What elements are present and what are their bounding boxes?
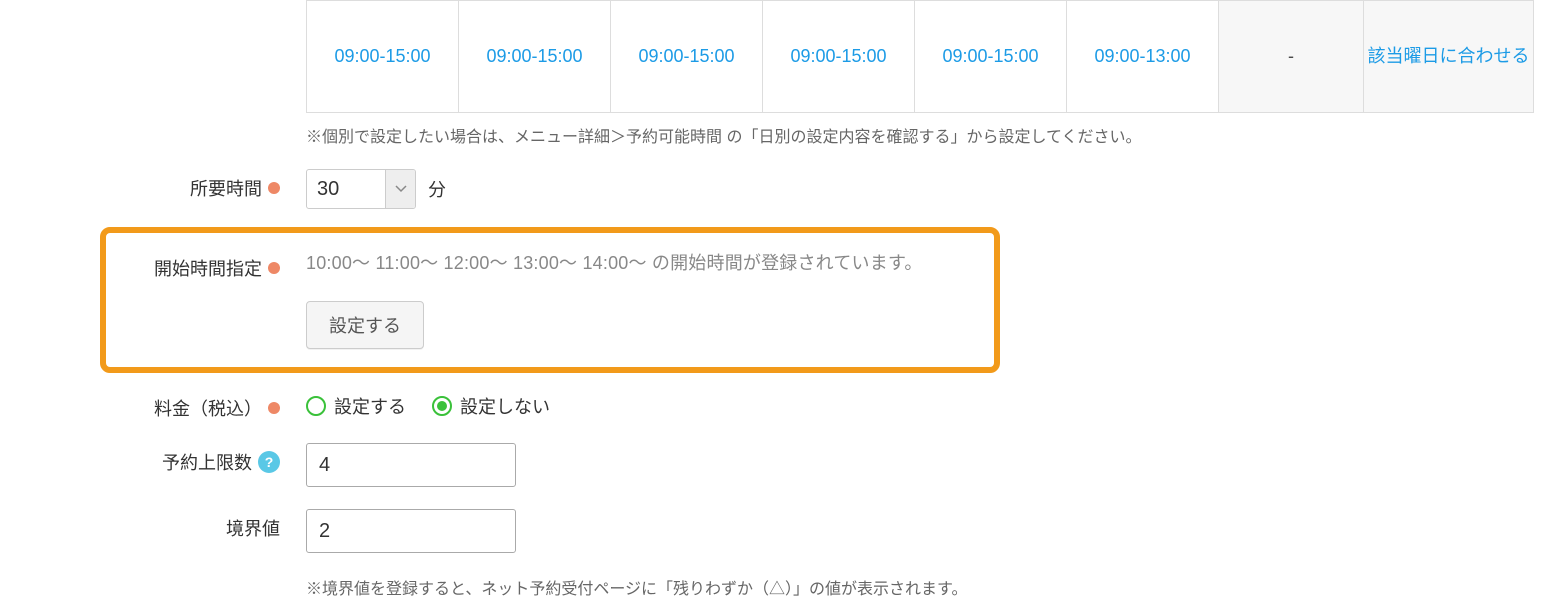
schedule-cell[interactable]: 09:00-15:00 — [307, 1, 459, 113]
schedule-link[interactable]: 09:00-15:00 — [486, 46, 582, 66]
required-dot-icon — [268, 182, 280, 194]
required-dot-icon — [268, 262, 280, 274]
schedule-cell[interactable]: 09:00-15:00 — [915, 1, 1067, 113]
schedule-link[interactable]: 09:00-15:00 — [638, 46, 734, 66]
schedule-message[interactable]: 該当曜日に合わせる — [1368, 46, 1530, 66]
schedule-link[interactable]: 09:00-13:00 — [1094, 46, 1190, 66]
schedule-cell: 該当曜日に合わせる — [1364, 1, 1534, 113]
radio-icon — [432, 396, 452, 416]
boundary-input[interactable] — [306, 509, 516, 553]
limit-label: 予約上限数 ? — [0, 443, 290, 475]
schedule-cell[interactable]: 09:00-15:00 — [611, 1, 763, 113]
configure-button[interactable]: 設定する — [306, 301, 424, 349]
schedule-cell[interactable]: 09:00-15:00 — [763, 1, 915, 113]
schedule-cell[interactable]: 09:00-15:00 — [459, 1, 611, 113]
schedule-note: ※個別で設定したい場合は、メニュー詳細＞予約可能時間 の「日別の設定内容を確認す… — [306, 123, 1560, 147]
schedule-text: - — [1288, 46, 1294, 66]
duration-unit: 分 — [428, 176, 446, 202]
duration-select[interactable]: 30 — [306, 169, 416, 209]
price-radio-group: 設定する 設定しない — [306, 393, 550, 419]
duration-label: 所要時間 — [0, 169, 290, 201]
schedule-cell: - — [1219, 1, 1364, 113]
price-set-radio[interactable]: 設定する — [306, 393, 406, 419]
price-label: 料金（税込） — [0, 389, 290, 421]
schedule-cell[interactable]: 09:00-13:00 — [1067, 1, 1219, 113]
radio-icon — [306, 396, 326, 416]
boundary-label: 境界値 — [0, 509, 290, 541]
price-unset-radio[interactable]: 設定しない — [432, 393, 550, 419]
limit-input[interactable] — [306, 443, 516, 487]
schedule-link[interactable]: 09:00-15:00 — [942, 46, 1038, 66]
boundary-note: ※境界値を登録すると、ネット予約受付ページに「残りわずか（△）」の値が表示されま… — [306, 575, 967, 599]
start-time-highlight: 開始時間指定 10:00～ 11:00～ 12:00～ 13:00～ 14:00… — [100, 227, 1000, 373]
schedule-link[interactable]: 09:00-15:00 — [334, 46, 430, 66]
schedule-link[interactable]: 09:00-15:00 — [790, 46, 886, 66]
chevron-down-icon — [385, 170, 415, 208]
start-times-text: 10:00～ 11:00～ 12:00～ 13:00～ 14:00～ の開始時間… — [306, 249, 923, 275]
help-icon[interactable]: ? — [258, 451, 280, 473]
required-dot-icon — [268, 402, 280, 414]
start-time-label: 開始時間指定 — [106, 249, 290, 281]
duration-value: 30 — [307, 170, 385, 208]
schedule-table: 09:00-15:00 09:00-15:00 09:00-15:00 09:00-1… — [306, 0, 1534, 113]
